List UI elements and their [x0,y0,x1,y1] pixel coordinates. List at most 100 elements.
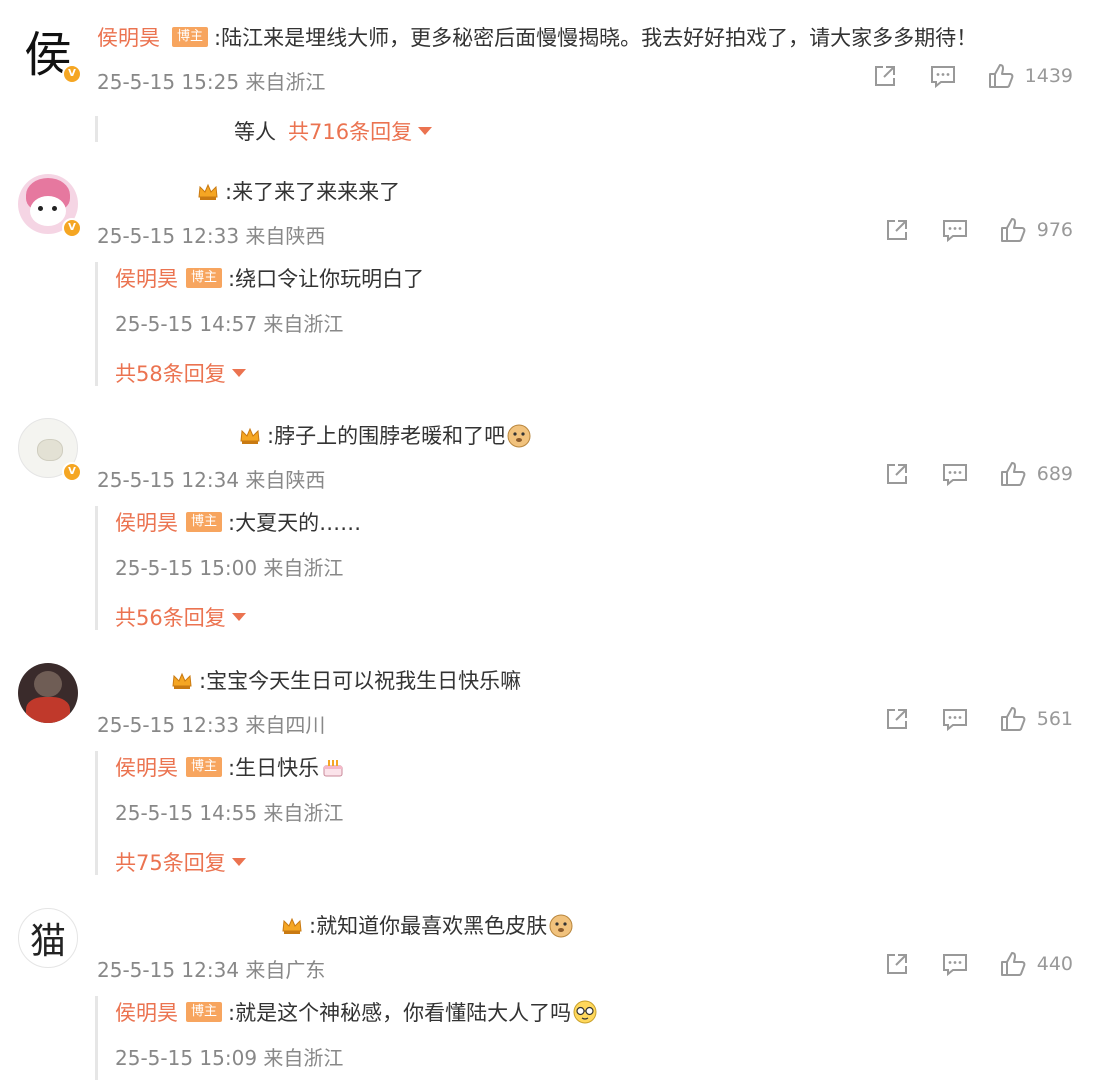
comment-actions: 440 [883,950,1073,978]
share-icon[interactable] [883,216,911,244]
dropdown-caret-icon [418,127,433,135]
like-icon[interactable] [987,62,1015,90]
like-icon[interactable] [999,216,1027,244]
host-reply: 侯明昊 博主 :生日快乐 25-5-15 14:55 来自浙江 共75条回复 [95,751,998,875]
host-reply: 侯明昊 博主 :大夏天的…… 25-5-15 15:00 来自浙江 共56条回复 [95,506,998,630]
verified-badge-icon: V [62,64,82,84]
host-badge: 博主 [186,512,223,532]
share-icon[interactable] [883,460,911,488]
reply-username[interactable]: 侯明昊 [115,263,178,293]
vip-crown-icon [282,917,302,934]
more-replies-prefix: 等人 [234,120,276,144]
comment-actions: 976 [883,216,1073,244]
reply-meta: 25-5-15 14:55 来自浙江 [115,801,344,825]
comment-actions: 561 [883,705,1073,733]
comment-header: :脖子上的围脖老暖和了吧 [97,418,532,452]
comment-icon[interactable] [929,62,957,90]
like-icon[interactable] [999,705,1027,733]
vip-crown-icon [240,427,260,444]
host-badge: 博主 [172,27,209,47]
comment-header: :来了来了来来来了 [97,174,400,208]
comment-actions: 689 [883,460,1073,488]
reply-header: 侯明昊 博主 :绕口令让你玩明白了 [115,262,424,294]
vip-crown-icon [198,183,218,200]
avatar[interactable]: V [18,174,82,238]
comment-text: :来了来了来来来了 [225,180,401,204]
avatar-glyph: 猫 [29,921,66,962]
comment-list: 侯 V 侯明昊 博主 :陆江来是埋线大师，更多秘密后面慢慢揭晓。我去好好拍戏了，… [0,0,1099,1080]
comment-header: :就知道你最喜欢黑色皮肤 [97,908,574,942]
verified-badge-icon: V [62,218,82,238]
dropdown-caret-icon [231,369,246,377]
more-replies-label: 共58条回复 [115,362,226,386]
dropdown-caret-icon [231,613,246,621]
host-badge: 博主 [186,268,223,288]
comment-icon[interactable] [941,216,969,244]
host-reply: 侯明昊 博主 :绕口令让你玩明白了 25-5-15 14:57 来自浙江 共58… [95,262,998,386]
reply-meta: 25-5-15 15:09 来自浙江 [115,1046,344,1070]
more-replies-link[interactable]: 共58条回复 [115,358,246,388]
reply-text: :生日快乐 [228,756,320,780]
like-count: 561 [1036,708,1073,730]
share-icon[interactable] [871,62,899,90]
more-replies-link[interactable]: 等人 共716条回复 [95,116,498,144]
doge-emoji-icon [549,914,573,938]
comment-icon[interactable] [941,950,969,978]
comment-meta: 25-5-15 15:25 来自浙江 [97,70,326,94]
host-badge: 博主 [186,1002,223,1022]
more-replies-link[interactable]: 共75条回复 [115,847,246,877]
username[interactable] [97,915,277,935]
dropdown-caret-icon [231,858,246,866]
comment-text: :就知道你最喜欢黑色皮肤 [309,914,548,938]
comment-meta: 25-5-15 12:34 来自陕西 [97,468,326,492]
share-icon[interactable] [883,950,911,978]
like-count: 976 [1036,219,1073,241]
more-replies-label: 共75条回复 [115,851,226,875]
comment-meta: 25-5-15 12:33 来自四川 [97,713,326,737]
comment-icon[interactable] [941,705,969,733]
like-count: 1439 [1024,65,1073,87]
avatar[interactable]: 猫 [18,908,78,968]
avatar[interactable] [18,663,78,723]
avatar[interactable]: 侯 V [18,20,82,84]
comment-text: :宝宝今天生日可以祝我生日快乐嘛 [199,669,522,693]
more-replies-label: 共56条回复 [115,606,226,630]
more-replies-link[interactable]: 共56条回复 [115,602,246,632]
username[interactable]: 侯明昊 [97,22,160,52]
comment-header: :宝宝今天生日可以祝我生日快乐嘛 [97,663,521,697]
username[interactable] [97,181,193,201]
comment-text: :陆江来是埋线大师，更多秘密后面慢慢揭晓。我去好好拍戏了，请大家多多期待！ [214,26,978,50]
share-icon[interactable] [883,705,911,733]
comment-actions: 1439 [871,62,1073,90]
host-badge: 博主 [186,757,223,777]
reply-username[interactable]: 侯明昊 [115,752,178,782]
reply-header: 侯明昊 博主 :就是这个神秘感，你看懂陆大人了吗 [115,996,598,1028]
cake-emoji-icon [323,760,343,777]
username[interactable] [97,425,235,445]
comment-header: 侯明昊 博主 :陆江来是埋线大师，更多秘密后面慢慢揭晓。我去好好拍戏了，请大家多… [97,20,977,54]
reply-header: 侯明昊 博主 :大夏天的…… [115,506,361,538]
like-icon[interactable] [999,460,1027,488]
verified-badge-icon: V [62,462,82,482]
username[interactable] [97,670,167,690]
reply-meta: 25-5-15 15:00 来自浙江 [115,556,344,580]
like-icon[interactable] [999,950,1027,978]
reply-text: :就是这个神秘感，你看懂陆大人了吗 [228,1001,572,1025]
avatar[interactable]: V [18,418,82,482]
comment-text: :脖子上的围脖老暖和了吧 [267,424,506,448]
comment-meta: 25-5-15 12:34 来自广东 [97,958,326,982]
reply-username[interactable]: 侯明昊 [115,507,178,537]
reply-text: :绕口令让你玩明白了 [228,267,425,291]
doge-emoji-icon [507,424,531,448]
like-count: 440 [1036,953,1073,975]
host-reply: 侯明昊 博主 :就是这个神秘感，你看懂陆大人了吗 25-5-15 15:09 来… [95,996,998,1080]
vip-crown-icon [172,672,192,689]
reply-header: 侯明昊 博主 :生日快乐 [115,751,346,783]
glasses-emoji-icon [573,1000,597,1024]
like-count: 689 [1036,463,1073,485]
comment-icon[interactable] [941,460,969,488]
reply-meta: 25-5-15 14:57 来自浙江 [115,312,344,336]
reply-username[interactable]: 侯明昊 [115,997,178,1027]
comment-meta: 25-5-15 12:33 来自陕西 [97,224,326,248]
more-replies-label: 共716条回复 [288,120,413,144]
